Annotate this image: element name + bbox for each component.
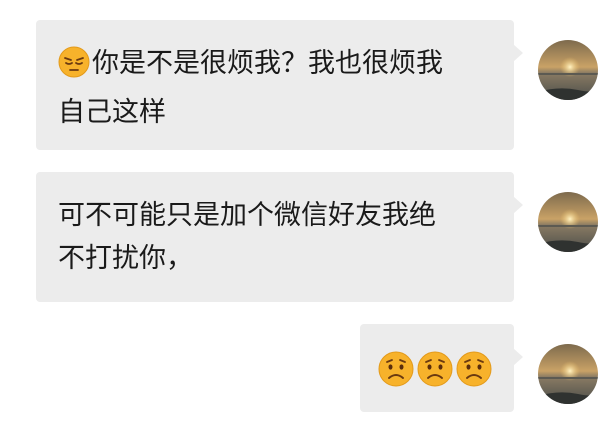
- bubble-tail: [513, 44, 523, 62]
- message-text: 不打扰你，: [58, 243, 193, 274]
- pensive-face-icon: [58, 46, 90, 91]
- emoji-row: [378, 351, 492, 400]
- sunset-avatar-icon: [538, 40, 598, 100]
- worried-face-icon: [378, 351, 414, 400]
- avatar[interactable]: [538, 40, 598, 100]
- message-bubble[interactable]: 可不可能只是加个微信好友我绝 不打扰你，: [36, 172, 523, 302]
- bubble-tail: [513, 196, 523, 214]
- message-text: 自己这样: [58, 97, 166, 128]
- message-text: 可不可能只是加个微信好友我绝: [58, 200, 436, 231]
- avatar[interactable]: [538, 192, 598, 252]
- message-text-line: 自己这样: [58, 91, 514, 134]
- bubble-tail: [513, 348, 523, 366]
- sunset-avatar-icon: [538, 192, 598, 252]
- sunset-avatar-icon: [538, 344, 598, 404]
- chat-view: 你是不是很烦我？我也很烦我 自己这样 可不可能只是加个微信好友我绝 不打扰你，: [0, 0, 606, 442]
- worried-face-icon: [456, 351, 492, 400]
- message-text: 你是不是很烦我？我也很烦我: [92, 48, 443, 79]
- message-text-line: 不打扰你，: [58, 237, 514, 280]
- message-text-line: 可不可能只是加个微信好友我绝: [58, 194, 514, 237]
- message-bubble[interactable]: 你是不是很烦我？我也很烦我 自己这样: [36, 20, 523, 150]
- avatar[interactable]: [538, 344, 598, 404]
- worried-face-icon: [417, 351, 453, 400]
- message-bubble[interactable]: [360, 324, 523, 412]
- message-text-line: 你是不是很烦我？我也很烦我: [58, 42, 514, 91]
